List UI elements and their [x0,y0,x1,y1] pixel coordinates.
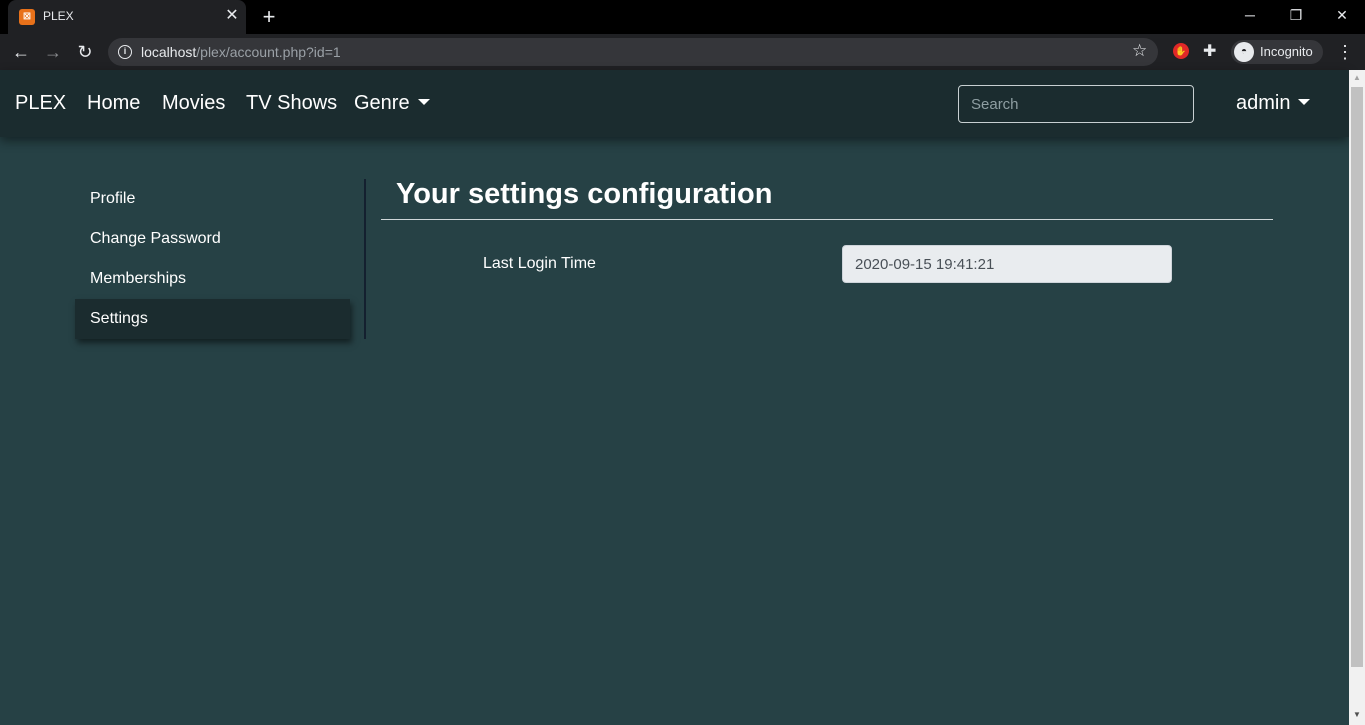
forward-arrow-icon[interactable]: → [39,38,67,66]
brand-logo[interactable]: PLEX [15,92,66,115]
user-name: admin [1236,92,1291,114]
back-arrow-icon[interactable]: ← [7,38,35,66]
browser-tab-strip: ⊠ PLEX ✕ + ─ ❐ ✕ [0,0,1365,34]
tab-title: PLEX [43,9,74,23]
scroll-up-arrow-icon[interactable]: ▲ [1349,73,1365,85]
nav-genre-label: Genre [354,92,410,114]
sidebar-item-memberships[interactable]: Memberships [75,259,350,299]
reload-icon[interactable]: ↻ [71,38,99,66]
sidebar-divider [364,179,366,339]
incognito-icon: ◓ [1234,42,1254,62]
incognito-label: Incognito [1260,44,1313,59]
sidebar-item-profile[interactable]: Profile [75,179,350,219]
user-menu-dropdown[interactable]: admin [1236,92,1311,115]
stop-hand-extension-icon[interactable]: ✋ [1173,43,1189,59]
last-login-label: Last Login Time [483,255,596,272]
sidebar-item-change-password[interactable]: Change Password [75,219,350,259]
window-close-icon[interactable]: ✕ [1319,0,1365,30]
browser-toolbar: ← → ↻ i localhost/plex/account.php?id=1 … [0,34,1365,70]
site-navbar: PLEX Home Movies TV Shows Genre admin [0,70,1349,137]
window-restore-icon[interactable]: ❐ [1273,0,1319,30]
nav-home-link[interactable]: Home [87,92,140,115]
sidebar-item-settings[interactable]: Settings [75,299,350,339]
search-input[interactable] [958,85,1194,123]
page-scrollbar[interactable]: ▲ ▼ [1349,70,1365,725]
new-tab-icon[interactable]: + [256,4,282,30]
bookmark-star-icon[interactable]: ☆ [1132,41,1147,61]
last-login-field[interactable] [842,245,1172,283]
url-path: /plex/account.php?id=1 [196,44,341,60]
scroll-down-arrow-icon[interactable]: ▼ [1349,710,1365,722]
incognito-badge[interactable]: ◓ Incognito [1231,40,1323,64]
tab-close-icon[interactable]: ✕ [222,6,242,26]
extensions-puzzle-icon[interactable]: ✚ [1203,41,1216,61]
title-divider [381,219,1273,220]
url-text[interactable]: localhost/plex/account.php?id=1 [141,44,341,60]
browser-tab[interactable]: ⊠ PLEX ✕ [8,0,246,34]
browser-menu-icon[interactable]: ⋮ [1336,40,1354,64]
page-viewport: PLEX Home Movies TV Shows Genre admin Pr… [0,70,1349,725]
url-host: localhost [141,44,197,60]
caret-down-icon [1298,98,1311,105]
scroll-thumb[interactable] [1351,87,1363,667]
nav-genre-dropdown[interactable]: Genre [354,92,430,115]
nav-movies-link[interactable]: Movies [162,92,225,115]
page-title: Your settings configuration [396,178,773,210]
address-bar[interactable]: i localhost/plex/account.php?id=1 ☆ [108,38,1158,66]
window-minimize-icon[interactable]: ─ [1227,0,1273,30]
caret-down-icon [417,98,430,105]
nav-tv-shows-link[interactable]: TV Shows [246,92,337,115]
site-info-icon[interactable]: i [118,45,132,59]
xampp-favicon-icon: ⊠ [19,9,35,25]
